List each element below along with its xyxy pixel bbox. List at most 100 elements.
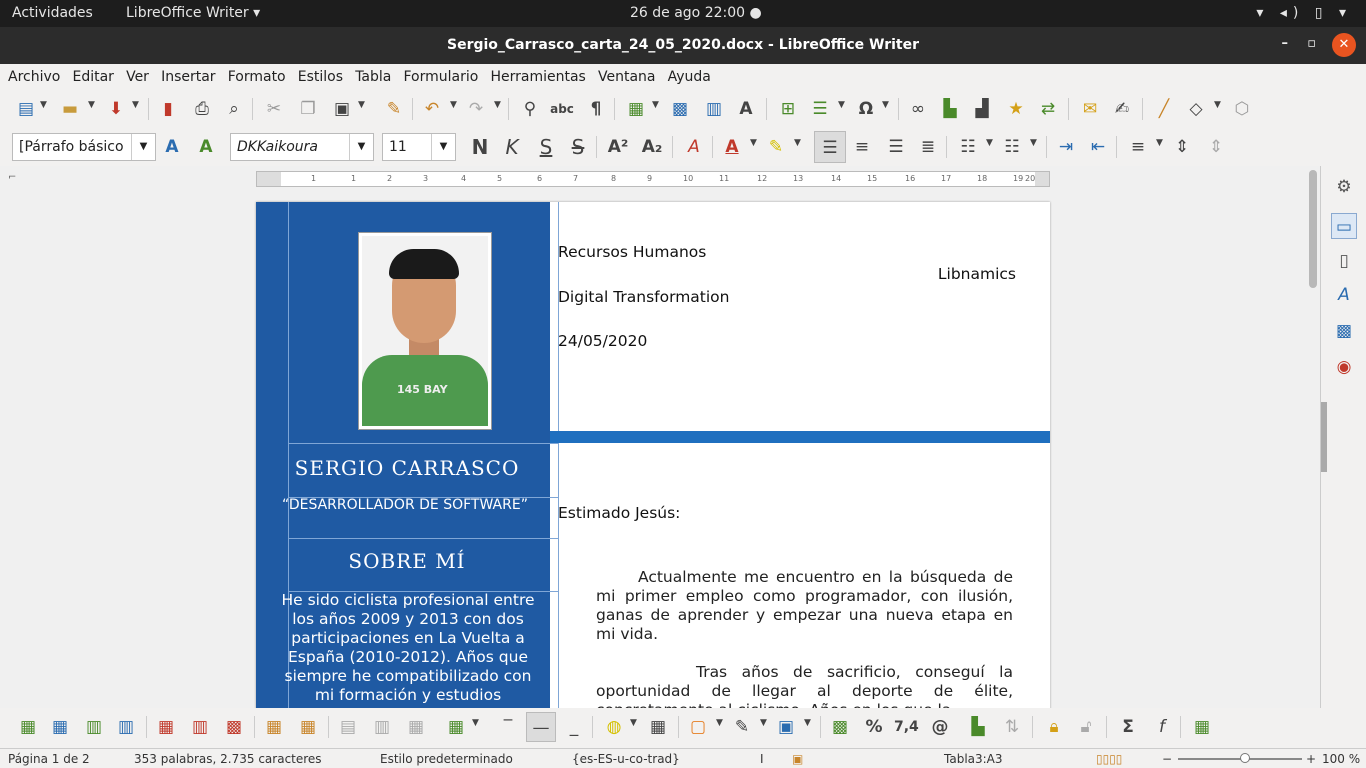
bullet-list-icon[interactable]: ☷ xyxy=(956,135,980,159)
update-style-icon[interactable]: A xyxy=(160,135,184,159)
chevron-down-icon[interactable]: ▼ xyxy=(838,100,845,110)
chevron-down-icon[interactable]: ▼ xyxy=(716,718,723,728)
print-icon[interactable]: ⎙ xyxy=(190,97,214,121)
redo-icon[interactable]: ↷ xyxy=(464,97,488,121)
font-color-icon[interactable]: A xyxy=(720,135,744,159)
split-cells-icon[interactable]: ▥ xyxy=(370,715,394,739)
document-page[interactable]: 145 BAY SERGIO CARRASCO “DESARROLLADOR D… xyxy=(256,202,1050,708)
candidate-role[interactable]: “DESARROLLADOR DE SOFTWARE” xyxy=(282,496,532,515)
chevron-down-icon[interactable]: ▼ xyxy=(986,138,993,148)
formatting-marks-icon[interactable]: ¶ xyxy=(584,97,608,121)
italic-icon[interactable]: K xyxy=(500,135,524,159)
page-icon[interactable]: ▭ xyxy=(1331,213,1357,239)
insert-rows-above-icon[interactable]: ▦ xyxy=(16,715,40,739)
chevron-down-icon[interactable]: ▼ xyxy=(431,134,455,160)
zoom-out-icon[interactable]: − xyxy=(1162,752,1172,766)
insert-caption-icon[interactable]: ▙ xyxy=(966,715,990,739)
insert-textbox-icon[interactable]: A xyxy=(734,97,758,121)
word-count[interactable]: 353 palabras, 2.735 caracteres xyxy=(134,752,322,766)
line-spacing-icon[interactable]: ≡ xyxy=(1126,135,1150,159)
paragraph-style-combo[interactable]: [Párrafo básico ▼ xyxy=(12,133,156,161)
scrollbar-thumb[interactable] xyxy=(1309,170,1317,288)
basic-shapes-icon[interactable]: ◇ xyxy=(1184,97,1208,121)
zoom-level[interactable]: 100 % xyxy=(1322,752,1360,766)
chevron-down-icon[interactable]: ▼ xyxy=(1214,100,1221,110)
font-name-combo[interactable]: DKKaikoura ▼ xyxy=(230,133,374,161)
align-left-icon[interactable]: ☰ xyxy=(814,131,846,163)
border-style-icon[interactable]: ✎ xyxy=(730,715,754,739)
select-table-icon[interactable]: ▦ xyxy=(296,715,320,739)
save-icon[interactable]: ⬇ xyxy=(104,97,128,121)
track-changes-icon[interactable]: ✍ xyxy=(1110,97,1134,121)
find-replace-icon[interactable]: ⚲ xyxy=(518,97,542,121)
cut-icon[interactable]: ✂ xyxy=(262,97,286,121)
borders-icon[interactable]: ▢ xyxy=(686,715,710,739)
number-format-date-icon[interactable]: @ xyxy=(928,715,952,739)
activities-button[interactable]: Actividades xyxy=(12,5,93,21)
subscript-icon[interactable]: A₂ xyxy=(640,135,664,159)
candidate-name[interactable]: SERGIO CARRASCO xyxy=(274,456,540,480)
hyperlink-icon[interactable]: ∞ xyxy=(906,97,930,121)
strikethrough-icon[interactable]: S xyxy=(566,135,590,159)
profile-photo[interactable]: 145 BAY xyxy=(358,232,492,430)
undo-icon[interactable]: ↶ xyxy=(420,97,444,121)
decrease-indent-icon[interactable]: ⇤ xyxy=(1086,135,1110,159)
chevron-down-icon[interactable]: ▼ xyxy=(1156,138,1163,148)
chevron-down-icon[interactable]: ▼ xyxy=(652,100,659,110)
align-bottom-icon[interactable]: _ xyxy=(562,715,586,739)
cell-reference[interactable]: Tabla3:A3 xyxy=(944,752,1003,766)
number-format-decimal-icon[interactable]: 7,4 xyxy=(894,715,919,739)
table-properties-icon[interactable]: ▦ xyxy=(1190,715,1214,739)
endnote-icon[interactable]: ▟ xyxy=(970,97,994,121)
page-count[interactable]: Página 1 de 2 xyxy=(8,752,90,766)
chevron-down-icon[interactable]: ▼ xyxy=(882,100,889,110)
highlight-color-icon[interactable]: ✎ xyxy=(764,135,788,159)
app-menu[interactable]: LibreOffice Writer ▾ xyxy=(126,5,260,21)
chevron-down-icon[interactable]: ▼ xyxy=(450,100,457,110)
zoom-in-icon[interactable]: + xyxy=(1306,752,1316,766)
navigator-icon[interactable]: ◉ xyxy=(1331,354,1357,380)
increase-indent-icon[interactable]: ⇥ xyxy=(1054,135,1078,159)
gallery-icon[interactable]: ▩ xyxy=(1331,318,1357,344)
open-folder-icon[interactable]: ▬ xyxy=(58,97,82,121)
font-size-combo[interactable]: 11 ▼ xyxy=(382,133,456,161)
spelling-icon[interactable]: abc xyxy=(550,97,574,121)
letter-date[interactable]: 24/05/2020 xyxy=(558,332,647,350)
clear-formatting-icon[interactable]: A xyxy=(682,135,706,159)
underline-icon[interactable]: S xyxy=(534,135,558,159)
insert-page-break-icon[interactable]: ⊞ xyxy=(776,97,800,121)
special-character-icon[interactable]: Ω xyxy=(854,97,878,121)
new-document-icon[interactable]: ▤ xyxy=(14,97,38,121)
optimize-size-icon[interactable]: ▦ xyxy=(444,715,468,739)
numbered-list-icon[interactable]: ☷ xyxy=(1000,135,1024,159)
about-text[interactable]: He sido ciclista profesional entre los a… xyxy=(278,591,538,705)
close-button[interactable]: ✕ xyxy=(1332,33,1356,57)
export-pdf-icon[interactable]: ▮ xyxy=(156,97,180,121)
chevron-down-icon[interactable]: ▼ xyxy=(630,718,637,728)
print-preview-icon[interactable]: ⌕ xyxy=(222,97,246,121)
new-style-icon[interactable]: A xyxy=(194,135,218,159)
menu-estilos[interactable]: Estilos xyxy=(290,64,343,85)
chevron-down-icon[interactable]: ▼ xyxy=(760,718,767,728)
menu-archivo[interactable]: Archivo xyxy=(0,64,60,85)
insert-rows-below-icon[interactable]: ▦ xyxy=(48,715,72,739)
minimize-button[interactable]: – xyxy=(1282,36,1289,51)
insert-mode-icon[interactable]: I xyxy=(760,752,764,766)
zoom-slider-knob[interactable] xyxy=(1240,753,1250,763)
align-right-icon[interactable]: ☰ xyxy=(884,135,908,159)
menu-editar[interactable]: Editar xyxy=(64,64,113,85)
chevron-down-icon[interactable]: ▼ xyxy=(494,100,501,110)
recipient-company[interactable]: Libnamics xyxy=(938,265,1016,283)
center-vertically-icon[interactable]: — xyxy=(526,712,556,742)
bold-icon[interactable]: N xyxy=(468,135,492,159)
bookmark-icon[interactable]: ★ xyxy=(1004,97,1028,121)
menu-tabla[interactable]: Tabla xyxy=(347,64,391,85)
menu-formulario[interactable]: Formulario xyxy=(396,64,479,85)
chevron-down-icon[interactable]: ▼ xyxy=(88,100,95,110)
delete-rows-icon[interactable]: ▦ xyxy=(154,715,178,739)
menu-ayuda[interactable]: Ayuda xyxy=(660,64,711,85)
formula-icon[interactable]: f xyxy=(1150,715,1174,739)
chevron-down-icon[interactable]: ▼ xyxy=(1030,138,1037,148)
letter-greeting[interactable]: Estimado Jesús: xyxy=(558,504,680,522)
system-tray[interactable]: ▾ ◂) ▯ ▾ xyxy=(1256,5,1352,21)
